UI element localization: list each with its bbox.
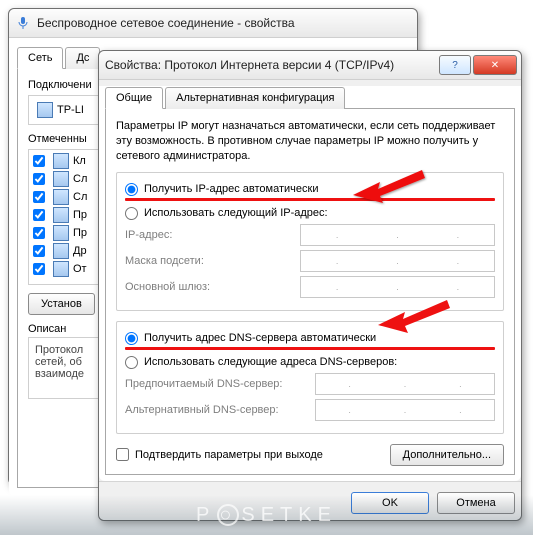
component-icon	[53, 225, 69, 241]
radio-ip-manual-label: Использовать следующий IP-адрес:	[144, 207, 328, 219]
tab-altconfig[interactable]: Альтернативная конфигурация	[165, 87, 345, 109]
item-label: Кл	[73, 155, 86, 167]
radio-dns-auto-input[interactable]	[125, 332, 138, 345]
dns-alt-field[interactable]: ...	[315, 399, 495, 421]
radio-ip-manual-input[interactable]	[125, 207, 138, 220]
subnet-mask-field[interactable]: ...	[300, 250, 495, 272]
radio-ip-auto[interactable]: Получить IP-адрес автоматически	[125, 183, 495, 196]
item-checkbox[interactable]	[33, 173, 45, 185]
help-button[interactable]: ?	[439, 55, 471, 75]
front-tabs: Общие Альтернативная конфигурация	[105, 86, 515, 109]
advanced-button[interactable]: Дополнительно...	[390, 444, 504, 466]
item-checkbox[interactable]	[33, 263, 45, 275]
item-checkbox[interactable]	[33, 155, 45, 167]
radio-dns-auto[interactable]: Получить адрес DNS-сервера автоматически	[125, 332, 495, 345]
radio-ip-auto-input[interactable]	[125, 183, 138, 196]
confirm-label: Подтвердить параметры при выходе	[135, 449, 323, 461]
item-label: От	[73, 263, 87, 275]
subnet-mask-label: Маска подсети:	[125, 255, 300, 267]
ip-group: Получить IP-адрес автоматически Использо…	[116, 172, 504, 311]
tab-network[interactable]: Сеть	[17, 47, 63, 69]
item-checkbox[interactable]	[33, 245, 45, 257]
radio-dns-manual-label: Использовать следующие адреса DNS-сервер…	[144, 356, 397, 368]
front-titlebar: Свойства: Протокол Интернета версии 4 (T…	[99, 51, 521, 80]
item-label: Сл	[73, 173, 87, 185]
radio-dns-auto-label: Получить адрес DNS-сервера автоматически	[144, 332, 376, 344]
item-checkbox[interactable]	[33, 191, 45, 203]
radio-ip-manual[interactable]: Использовать следующий IP-адрес:	[125, 207, 495, 220]
component-icon	[53, 171, 69, 187]
item-label: Др	[73, 245, 87, 257]
confirm-on-exit[interactable]: Подтвердить параметры при выходе	[116, 448, 323, 461]
tab-general[interactable]: Общие	[105, 87, 163, 109]
component-icon	[53, 207, 69, 223]
back-titlebar: Беспроводное сетевое соединение - свойст…	[9, 9, 417, 38]
radio-ip-auto-label: Получить IP-адрес автоматически	[144, 183, 318, 195]
ip-address-field[interactable]: ...	[300, 224, 495, 246]
highlight-line-ip	[125, 198, 495, 201]
item-label: Пр	[73, 209, 87, 221]
item-checkbox[interactable]	[33, 209, 45, 221]
adapter-name: TP-LI	[57, 104, 84, 116]
radio-dns-manual[interactable]: Использовать следующие адреса DNS-сервер…	[125, 356, 495, 369]
item-label: Пр	[73, 227, 87, 239]
dns-alt-label: Альтернативный DNS-сервер:	[125, 404, 315, 416]
close-button[interactable]: ✕	[473, 55, 517, 75]
dns-pref-label: Предпочитаемый DNS-сервер:	[125, 378, 315, 390]
item-checkbox[interactable]	[33, 227, 45, 239]
dns-group: Получить адрес DNS-сервера автоматически…	[116, 321, 504, 434]
front-title: Свойства: Протокол Интернета версии 4 (T…	[105, 58, 394, 72]
adapter-icon	[37, 102, 53, 118]
component-icon	[53, 261, 69, 277]
watermark: P○SETKE	[0, 495, 533, 535]
gateway-field[interactable]: ...	[300, 276, 495, 298]
intro-text: Параметры IP могут назначаться автоматич…	[116, 119, 504, 164]
dns-pref-field[interactable]: ...	[315, 373, 495, 395]
install-button[interactable]: Установ	[28, 293, 95, 315]
highlight-line-dns	[125, 347, 495, 350]
gateway-label: Основной шлюз:	[125, 281, 300, 293]
item-label: Сл	[73, 191, 87, 203]
ip-address-label: IP-адрес:	[125, 229, 300, 241]
component-icon	[53, 243, 69, 259]
tab-other[interactable]: Дс	[65, 47, 100, 69]
radio-dns-manual-input[interactable]	[125, 356, 138, 369]
component-icon	[53, 153, 69, 169]
confirm-checkbox[interactable]	[116, 448, 129, 461]
back-title: Беспроводное сетевое соединение - свойст…	[37, 16, 295, 30]
component-icon	[53, 189, 69, 205]
mic-icon	[15, 15, 31, 31]
